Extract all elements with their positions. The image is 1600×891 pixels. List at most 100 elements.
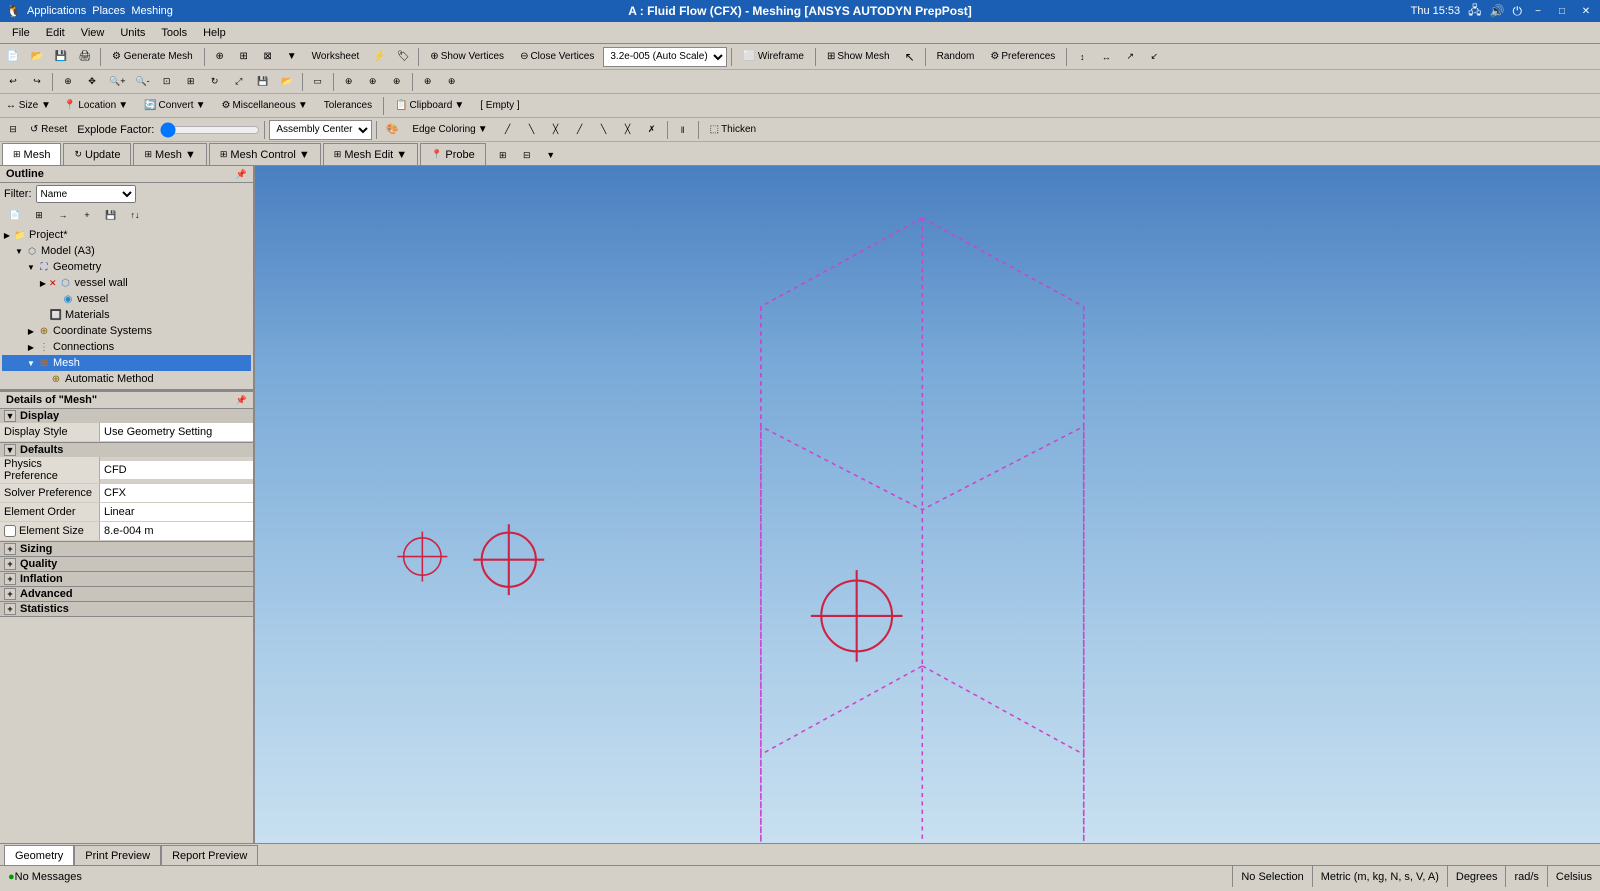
r2-btn-3[interactable]: ⊕ xyxy=(386,71,408,93)
empty-button[interactable]: [ Empty ] xyxy=(473,95,526,117)
outline-pin-icon[interactable]: 📌 xyxy=(236,169,247,180)
outline-tool-6[interactable]: ↑↓ xyxy=(124,206,146,224)
edge-tool-6[interactable]: ╳ xyxy=(617,119,639,141)
element-size-checkbox[interactable] xyxy=(4,525,16,537)
expand-project[interactable]: ▶ xyxy=(2,230,12,240)
toolbar-icon-1[interactable]: ⊕ xyxy=(209,46,231,68)
collapse-all-btn[interactable]: ⊟ xyxy=(2,119,24,141)
load-view-btn[interactable]: 📂 xyxy=(276,71,298,93)
tree-item-model[interactable]: ▼ ⬡ Model (A3) xyxy=(2,243,251,259)
random-button[interactable]: Random xyxy=(930,46,982,68)
wireframe-button[interactable]: ⬜ Wireframe xyxy=(736,46,811,68)
tree-item-geometry[interactable]: ▼ ⛶ Geometry xyxy=(2,259,251,275)
size-dropdown-btn[interactable]: ↔ Size ▼ xyxy=(2,95,55,117)
expand-vessel[interactable] xyxy=(50,294,60,304)
divider-btn[interactable]: ‖ xyxy=(672,119,694,141)
r2-btn-2[interactable]: ⊕ xyxy=(362,71,384,93)
quality-collapse-icon[interactable]: + xyxy=(4,558,16,570)
reset-btn[interactable]: ↺ Reset xyxy=(26,119,71,141)
tolerances-button[interactable]: Tolerances xyxy=(317,95,379,117)
menu-view[interactable]: View xyxy=(73,25,113,41)
tab-probe[interactable]: 📍 Probe xyxy=(420,143,486,165)
expand-coord[interactable]: ▶ xyxy=(26,326,36,336)
edge-tool-3[interactable]: ╳ xyxy=(545,119,567,141)
zoom-sel-btn[interactable]: ⊞ xyxy=(180,71,202,93)
save-button[interactable]: 💾 xyxy=(50,46,72,68)
bottom-tab-print-preview[interactable]: Print Preview xyxy=(74,845,161,865)
miscellaneous-button[interactable]: ⚙ Miscellaneous ▼ xyxy=(214,95,314,117)
edge-coloring-button[interactable]: Edge Coloring ▼ xyxy=(405,119,494,141)
sizing-collapse-icon[interactable]: + xyxy=(4,543,16,555)
tab-mesh-control[interactable]: ⊞ Mesh Control ▼ xyxy=(209,143,321,165)
statistics-section-header[interactable]: + Statistics xyxy=(0,602,253,616)
move-btn[interactable]: ⤢ xyxy=(228,71,250,93)
undo-button[interactable]: ↩ xyxy=(2,71,24,93)
expand-vessel-wall[interactable]: ▶ xyxy=(38,278,48,288)
tree-item-vessel[interactable]: ◉ vessel xyxy=(2,291,251,307)
tree-item-materials[interactable]: 🔲 Materials xyxy=(2,307,251,323)
expand-mesh[interactable]: ▼ xyxy=(26,358,36,368)
bottom-tab-geometry[interactable]: Geometry xyxy=(4,845,74,865)
r2-btn-4[interactable]: ⊕ xyxy=(417,71,439,93)
pan-btn[interactable]: ✥ xyxy=(81,71,103,93)
edge-tool-5[interactable]: ╲ xyxy=(593,119,615,141)
edge-tool-1[interactable]: ╱ xyxy=(497,119,519,141)
view-btn-2[interactable]: ↔ xyxy=(1095,46,1117,68)
toolbar-icon-2[interactable]: ⊞ xyxy=(233,46,255,68)
advanced-collapse-icon[interactable]: + xyxy=(4,588,16,600)
tree-item-vessel-wall[interactable]: ▶ ✕ ⬡ vessel wall xyxy=(2,275,251,291)
tab-mesh-2[interactable]: ⊞ Mesh ▼ xyxy=(133,143,206,165)
view-btn-4[interactable]: ↙ xyxy=(1143,46,1165,68)
toolbar-icon-3[interactable]: ⊠ xyxy=(257,46,279,68)
expand-geometry[interactable]: ▼ xyxy=(26,262,36,272)
display-section-header[interactable]: ▼ Display xyxy=(0,409,253,423)
edge-coloring-icon-btn[interactable]: 🎨 xyxy=(381,119,403,141)
display-style-value[interactable]: Use Geometry Setting xyxy=(100,423,253,441)
view-btn-3[interactable]: ↗ xyxy=(1119,46,1141,68)
tree-item-coordinate-systems[interactable]: ▶ ⊕ Coordinate Systems xyxy=(2,323,251,339)
zoom-btn[interactable]: 🔍+ xyxy=(105,71,129,93)
expand-materials[interactable] xyxy=(38,310,48,320)
tree-item-auto-method[interactable]: ⊕ Automatic Method xyxy=(2,371,251,387)
toolbar-icon-4[interactable]: ▼ xyxy=(281,46,303,68)
bottom-tab-report-preview[interactable]: Report Preview xyxy=(161,845,258,865)
r2-btn-1[interactable]: ⊕ xyxy=(338,71,360,93)
expand-connections[interactable]: ▶ xyxy=(26,342,36,352)
preferences-button[interactable]: ⚙ Preferences xyxy=(983,46,1062,68)
advanced-section-header[interactable]: + Advanced xyxy=(0,587,253,601)
solver-pref-value[interactable]: CFX xyxy=(100,484,253,502)
outline-tool-1[interactable]: 📄 xyxy=(4,206,26,224)
physics-pref-value[interactable]: CFD xyxy=(100,461,253,479)
scale-dropdown[interactable]: 3.2e-005 (Auto Scale) xyxy=(603,47,727,67)
edge-tool-7[interactable]: ✗ xyxy=(641,119,663,141)
tree-item-project[interactable]: ▶ 📁 Project* xyxy=(2,227,251,243)
outline-tool-4[interactable]: + xyxy=(76,206,98,224)
inflation-collapse-icon[interactable]: + xyxy=(4,573,16,585)
applications-menu[interactable]: Applications xyxy=(27,5,86,17)
clipboard-button[interactable]: 📋 Clipboard ▼ xyxy=(388,95,471,117)
view-btn-1[interactable]: ↕ xyxy=(1071,46,1093,68)
tab-extra-1[interactable]: ⊞ xyxy=(492,145,514,165)
menu-help[interactable]: Help xyxy=(195,25,234,41)
zoom-out-btn[interactable]: 🔍- xyxy=(131,71,153,93)
location-button[interactable]: 📍 Location ▼ xyxy=(57,95,135,117)
defaults-section-header[interactable]: ▼ Defaults xyxy=(0,443,253,457)
menu-tools[interactable]: Tools xyxy=(153,25,195,41)
rotate-btn[interactable]: ↻ xyxy=(204,71,226,93)
edge-tool-4[interactable]: ╱ xyxy=(569,119,591,141)
filter-dropdown[interactable]: Name xyxy=(36,185,136,203)
element-order-value[interactable]: Linear xyxy=(100,503,253,521)
explode-slider[interactable] xyxy=(160,123,260,137)
edge-tool-2[interactable]: ╲ xyxy=(521,119,543,141)
sizing-section-header[interactable]: + Sizing xyxy=(0,542,253,556)
show-vertices-button[interactable]: ⊕ Show Vertices xyxy=(423,46,511,68)
maximize-button[interactable]: □ xyxy=(1554,3,1570,19)
inflation-section-header[interactable]: + Inflation xyxy=(0,572,253,586)
tab-mesh-edit[interactable]: ⊞ Mesh Edit ▼ xyxy=(323,143,418,165)
zoom-fit-btn[interactable]: ⊡ xyxy=(156,71,178,93)
convert-button[interactable]: 🔄 Convert ▼ xyxy=(137,95,212,117)
menu-edit[interactable]: Edit xyxy=(38,25,73,41)
tree-item-connections[interactable]: ▶ ⋮ Connections xyxy=(2,339,251,355)
viewport[interactable] xyxy=(255,166,1600,843)
defaults-collapse-icon[interactable]: ▼ xyxy=(4,444,16,456)
